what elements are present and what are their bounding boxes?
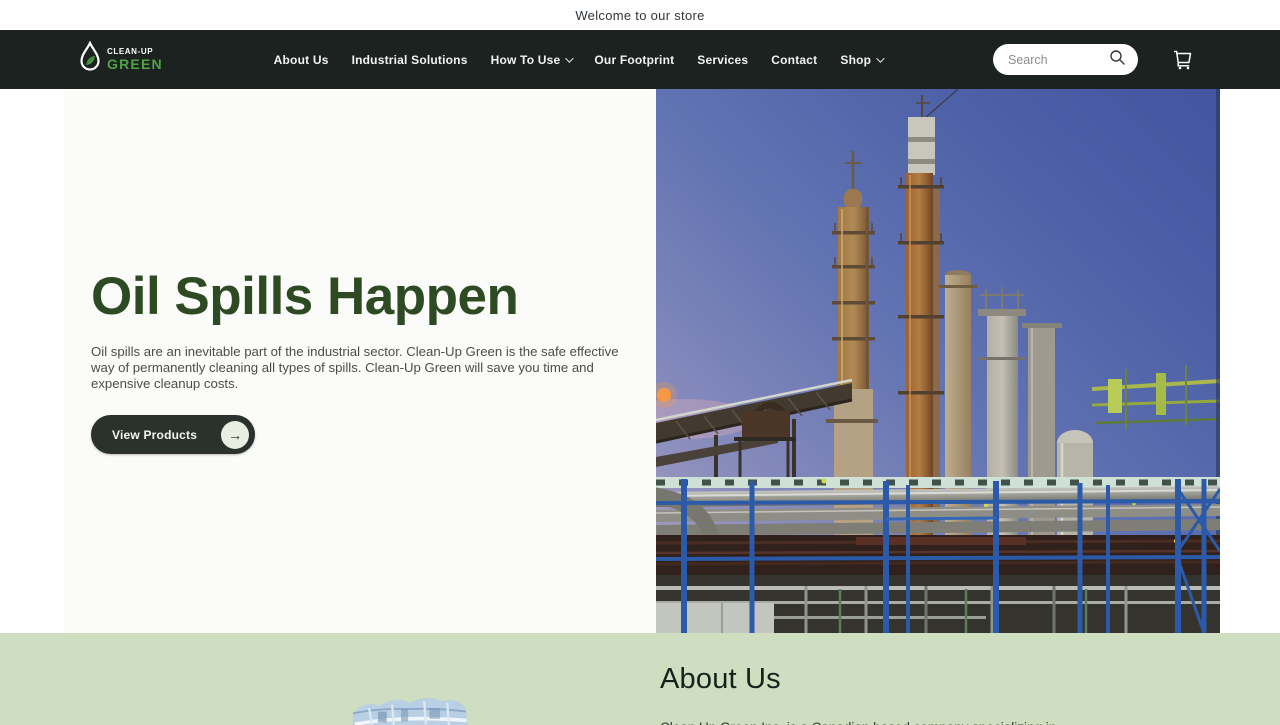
hero-title: Oil Spills Happen (91, 268, 651, 326)
nav-how-to-use[interactable]: How To Use (491, 53, 572, 67)
logo-line1: CLEAN-UP (107, 48, 163, 56)
search-icon[interactable] (1109, 49, 1126, 71)
chevron-down-icon (876, 54, 884, 62)
product-bag-image (338, 685, 480, 725)
page: Welcome to our store CLEAN-UP GREEN Abou… (0, 0, 1280, 725)
about-paragraph: Clean Up Green Inc. is a Canadian based … (660, 718, 1080, 725)
chevron-down-icon (566, 54, 574, 62)
search-input[interactable] (1008, 53, 1109, 67)
nav-label: Services (697, 53, 748, 67)
main-nav: About Us Industrial Solutions How To Use… (163, 53, 993, 67)
arrow-right-icon: → (221, 421, 249, 449)
search-bar[interactable] (993, 44, 1138, 75)
header: CLEAN-UP GREEN About Us Industrial Solut… (0, 30, 1280, 89)
nav-industrial-solutions[interactable]: Industrial Solutions (352, 53, 468, 67)
nav-label: How To Use (491, 53, 561, 67)
about-text-block: About Us Clean Up Green Inc. is a Canadi… (660, 663, 1100, 725)
hero-image-refinery (656, 89, 1220, 633)
nav-label: Shop (840, 53, 871, 67)
about-title: About Us (660, 663, 1100, 696)
nav-label: Industrial Solutions (352, 53, 468, 67)
nav-label: Our Footprint (594, 53, 674, 67)
droplet-leaf-icon (78, 41, 102, 78)
hero-text-block: Oil Spills Happen Oil spills are an inev… (91, 89, 651, 454)
nav-services[interactable]: Services (697, 53, 748, 67)
announcement-bar: Welcome to our store (0, 0, 1280, 30)
view-products-label: View Products (112, 428, 197, 442)
header-right (993, 44, 1195, 75)
hero-inner: Oil Spills Happen Oil spills are an inev… (64, 89, 1220, 633)
nav-about-us[interactable]: About Us (274, 53, 329, 67)
view-products-button[interactable]: View Products → (91, 415, 255, 454)
nav-label: About Us (274, 53, 329, 67)
logo-line2: GREEN (107, 57, 163, 71)
logo[interactable]: CLEAN-UP GREEN (78, 41, 163, 78)
hero-description: Oil spills are an inevitable part of the… (91, 344, 626, 392)
logo-text: CLEAN-UP GREEN (107, 48, 163, 71)
announcement-text: Welcome to our store (575, 8, 704, 23)
nav-label: Contact (771, 53, 817, 67)
nav-shop[interactable]: Shop (840, 53, 882, 67)
hero-section: Oil Spills Happen Oil spills are an inev… (0, 89, 1280, 633)
cart-icon[interactable] (1172, 48, 1195, 71)
about-section: About Us Clean Up Green Inc. is a Canadi… (0, 633, 1280, 725)
nav-contact[interactable]: Contact (771, 53, 817, 67)
nav-our-footprint[interactable]: Our Footprint (594, 53, 674, 67)
